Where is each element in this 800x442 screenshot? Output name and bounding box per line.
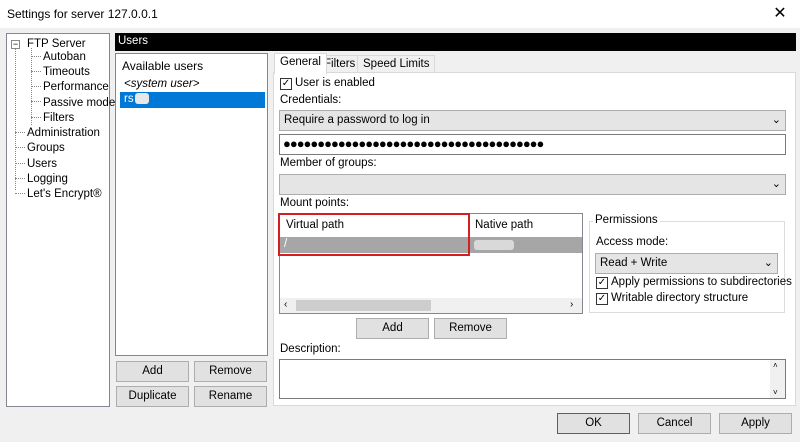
vertical-scrollbar[interactable]: ˄ ˅ — [770, 360, 785, 398]
password-field[interactable]: ●●●●●●●●●●●●●●●●●●●●●●●●●●●●●●●●●●●●●● — [279, 134, 786, 155]
user-name: rs — [124, 93, 134, 105]
permissions-group-label: Permissions — [593, 214, 660, 226]
scroll-down-icon[interactable]: ˅ — [773, 388, 778, 397]
tree-item-performance[interactable]: Performance — [43, 80, 109, 94]
scroll-up-icon[interactable]: ˄ — [773, 361, 778, 370]
credentials-value: Require a password to log in — [284, 114, 430, 126]
rename-user-button[interactable]: Rename — [194, 386, 267, 407]
add-user-button[interactable]: Add — [116, 361, 189, 382]
credentials-select[interactable]: Require a password to log in ⌄ — [279, 110, 786, 131]
window-title: Settings for server 127.0.0.1 — [7, 7, 158, 21]
tree-item-ftp-server[interactable]: FTP Server — [27, 37, 86, 51]
chevron-down-icon: ⌄ — [771, 114, 781, 126]
remove-user-button[interactable]: Remove — [194, 361, 267, 382]
scroll-right-icon[interactable]: › — [570, 299, 573, 310]
cancel-button[interactable]: Cancel — [638, 413, 711, 434]
tree-item-timeouts[interactable]: Timeouts — [43, 65, 90, 79]
scroll-left-icon[interactable]: ‹ — [284, 299, 287, 310]
tree-item-autoban[interactable]: Autoban — [43, 50, 86, 64]
add-mount-button[interactable]: Add — [356, 318, 429, 339]
tab-general[interactable]: General — [274, 53, 327, 74]
list-item-system-user[interactable]: <system user> — [120, 77, 199, 93]
redacted-mark — [474, 240, 514, 250]
apply-button[interactable]: Apply — [719, 413, 792, 434]
user-list-header: Available users — [122, 59, 204, 73]
tree-item-logging[interactable]: Logging — [27, 172, 68, 186]
access-mode-value: Read + Write — [600, 257, 668, 269]
member-of-groups-select[interactable]: ⌄ — [279, 174, 786, 195]
writable-label: Writable directory structure — [611, 292, 749, 304]
chevron-down-icon: ⌄ — [763, 257, 773, 269]
user-enabled-checkbox[interactable]: ✓ — [280, 78, 292, 90]
tree-item-filters[interactable]: Filters — [43, 111, 74, 125]
tree-item-users[interactable]: Users — [27, 157, 57, 171]
list-item-selected-user[interactable]: rs — [120, 92, 265, 108]
credentials-label: Credentials: — [280, 94, 342, 106]
chevron-down-icon: ⌄ — [771, 178, 781, 190]
tree-item-passive-mode[interactable]: Passive mode — [43, 96, 115, 110]
section-header: Users — [115, 33, 796, 51]
highlight-annotation — [278, 213, 470, 256]
member-of-groups-label: Member of groups: — [280, 157, 377, 169]
user-enabled-label: User is enabled — [295, 77, 375, 89]
description-field[interactable]: ˄ ˅ — [279, 359, 786, 399]
scroll-thumb[interactable] — [296, 300, 431, 311]
user-list[interactable]: Available users <system user> rs — [115, 53, 268, 356]
duplicate-user-button[interactable]: Duplicate — [116, 386, 189, 407]
apply-subdirs-checkbox[interactable]: ✓ — [596, 277, 608, 289]
ok-button[interactable]: OK — [557, 413, 630, 434]
close-icon[interactable]: ✕ — [770, 3, 790, 23]
tree-item-lets-encrypt[interactable]: Let's Encrypt® — [27, 187, 102, 201]
tree-item-groups[interactable]: Groups — [27, 141, 65, 155]
column-native-path[interactable]: Native path — [475, 219, 533, 231]
title-bar: Settings for server 127.0.0.1 ✕ — [0, 0, 800, 28]
access-mode-select[interactable]: Read + Write ⌄ — [595, 253, 778, 274]
mount-points-label: Mount points: — [280, 197, 350, 209]
settings-tree[interactable]: − FTP Server Autoban Timeouts Performanc… — [6, 33, 115, 407]
writable-checkbox[interactable]: ✓ — [596, 293, 608, 305]
tree-item-administration[interactable]: Administration — [27, 126, 100, 140]
description-label: Description: — [280, 343, 341, 355]
apply-subdirs-label: Apply permissions to subdirectories — [611, 276, 792, 288]
collapse-icon[interactable]: − — [11, 40, 20, 49]
redacted-mark — [134, 93, 149, 105]
access-mode-label: Access mode: — [596, 236, 669, 248]
remove-mount-button[interactable]: Remove — [434, 318, 507, 339]
horizontal-scrollbar[interactable]: ‹ › — [280, 298, 582, 313]
